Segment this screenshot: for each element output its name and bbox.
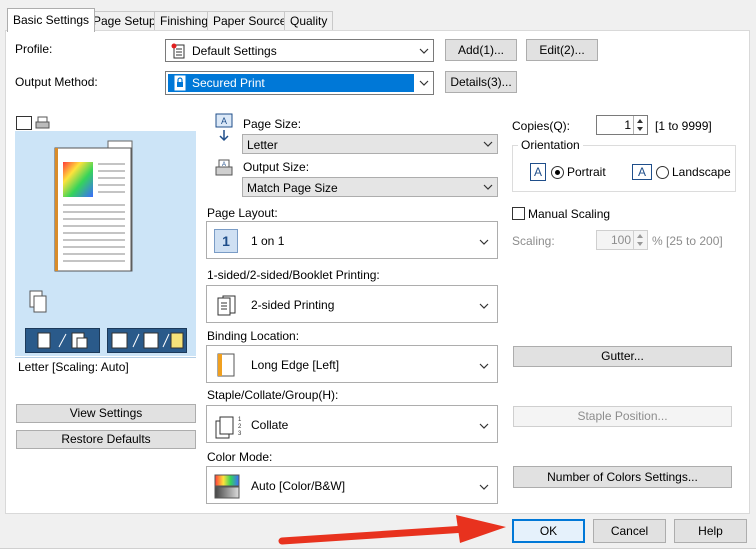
output-size-printer-icon: A [214,158,234,178]
restore-defaults-button[interactable]: Restore Defaults [16,430,196,449]
staple-position-button[interactable]: Staple Position... [513,406,732,427]
profile-dropdown[interactable]: Default Settings [165,39,434,62]
svg-text:3: 3 [238,431,242,437]
cancel-button[interactable]: Cancel [593,519,666,543]
output-size-value: Match Page Size [247,181,338,195]
profile-document-icon [171,43,185,62]
number-of-colors-settings-button[interactable]: Number of Colors Settings... [513,466,732,488]
portrait-label: Portrait [567,165,606,179]
collate-icon: 123 [214,413,242,439]
output-method-value: Secured Print [192,76,265,90]
two-sided-printing-icon [214,293,238,317]
spinner-arrows-icon[interactable] [633,116,647,134]
preview-status-text: Letter [Scaling: Auto] [18,360,129,374]
page-size-dropdown[interactable]: Letter [242,134,498,154]
svg-text:A: A [221,116,227,126]
spinner-arrows-icon[interactable] [633,231,647,249]
ok-button[interactable]: OK [512,519,585,543]
chevron-down-icon [479,298,491,310]
scaling-value: 100 [610,233,631,247]
sided-printing-dropdown[interactable]: 2-sided Printing [206,285,498,323]
chevron-down-icon [415,72,433,94]
duplex-mode-button[interactable] [25,328,100,353]
tab-page-setup[interactable]: Page Setup [87,11,162,31]
orientation-title: Orientation [518,138,583,152]
chevron-down-icon [479,178,497,196]
tab-bar: Basic Settings Page Setup Finishing Pape… [0,0,756,32]
page-layout-1on1-icon: 1 [214,229,238,253]
output-method-label: Output Method: [15,75,98,89]
copies-value: 1 [624,118,631,132]
color-mode-preview-button[interactable] [107,328,187,353]
page-preview-toggle-icon[interactable] [16,116,32,130]
page-layout-label: Page Layout: [207,206,278,220]
auto-color-bw-icon [214,474,240,499]
printer-preview-toggle-icon[interactable] [35,116,51,130]
copies-range: [1 to 9999] [655,119,712,133]
chevron-down-icon [415,40,433,61]
chevron-down-icon [479,358,491,370]
staple-collate-dropdown[interactable]: 123 Collate [206,405,498,443]
preview-status-bar: Letter [Scaling: Auto] [15,357,196,375]
help-button[interactable]: Help [674,519,747,543]
tab-basic-settings[interactable]: Basic Settings [7,8,96,32]
portrait-orientation-icon: A [530,163,546,181]
scaling-range: % [25 to 200] [652,234,723,248]
chevron-down-icon [479,418,491,430]
sided-printing-value: 2-sided Printing [251,298,335,312]
landscape-label: Landscape [672,165,731,179]
page-size-label: Page Size: [243,117,302,131]
secured-print-lock-icon [173,75,187,94]
scaling-spinner[interactable]: 100 [596,230,648,250]
output-size-dropdown[interactable]: Match Page Size [242,177,498,197]
view-settings-button[interactable]: View Settings [16,404,196,423]
svg-text:2: 2 [238,424,242,430]
details-button[interactable]: Details(3)... [445,71,517,93]
staple-collate-label: Staple/Collate/Group(H): [207,388,339,402]
chevron-down-icon [479,479,491,491]
profile-label: Profile: [15,42,53,56]
page-layout-dropdown[interactable]: 1 1 on 1 [206,221,498,259]
add-profile-button[interactable]: Add(1)... [445,39,517,61]
copies-label: Copies(Q): [512,119,571,133]
print-preview-area [15,131,196,356]
landscape-radio[interactable] [656,166,669,179]
portrait-radio[interactable] [551,166,564,179]
page-layout-value: 1 on 1 [251,234,285,248]
color-mode-value: Auto [Color/B&W] [251,479,346,493]
sided-printing-label: 1-sided/2-sided/Booklet Printing: [207,268,380,282]
color-mode-dropdown[interactable]: Auto [Color/B&W] [206,466,498,504]
edit-profile-button[interactable]: Edit(2)... [526,39,598,61]
binding-location-value: Long Edge [Left] [251,358,340,372]
scaling-label: Scaling: [512,234,555,248]
two-sided-document-illustration [29,140,133,313]
landscape-orientation-icon: A [632,164,652,180]
manual-scaling-label: Manual Scaling [528,207,611,221]
copies-spinner[interactable]: 1 [596,115,648,135]
tab-quality[interactable]: Quality [284,11,334,31]
page-size-icon: A [214,113,234,143]
binding-location-dropdown[interactable]: Long Edge [Left] [206,345,498,383]
tab-paper-source[interactable]: Paper Source [207,11,293,31]
binding-long-edge-icon [214,353,238,377]
tab-finishing[interactable]: Finishing [154,11,215,31]
red-arrow-annotation-icon [278,515,506,545]
output-size-label: Output Size: [243,160,310,174]
output-method-dropdown[interactable]: Secured Print [165,71,434,95]
page-size-value: Letter [247,138,278,152]
svg-text:A: A [222,162,226,168]
chevron-down-icon [479,135,497,153]
gutter-button[interactable]: Gutter... [513,346,732,367]
staple-collate-value: Collate [251,418,289,432]
binding-location-label: Binding Location: [207,329,300,343]
chevron-down-icon [479,234,491,246]
profile-value: Default Settings [192,44,277,58]
manual-scaling-checkbox[interactable] [512,207,525,220]
svg-text:1: 1 [238,417,242,423]
color-mode-label: Color Mode: [207,450,273,464]
